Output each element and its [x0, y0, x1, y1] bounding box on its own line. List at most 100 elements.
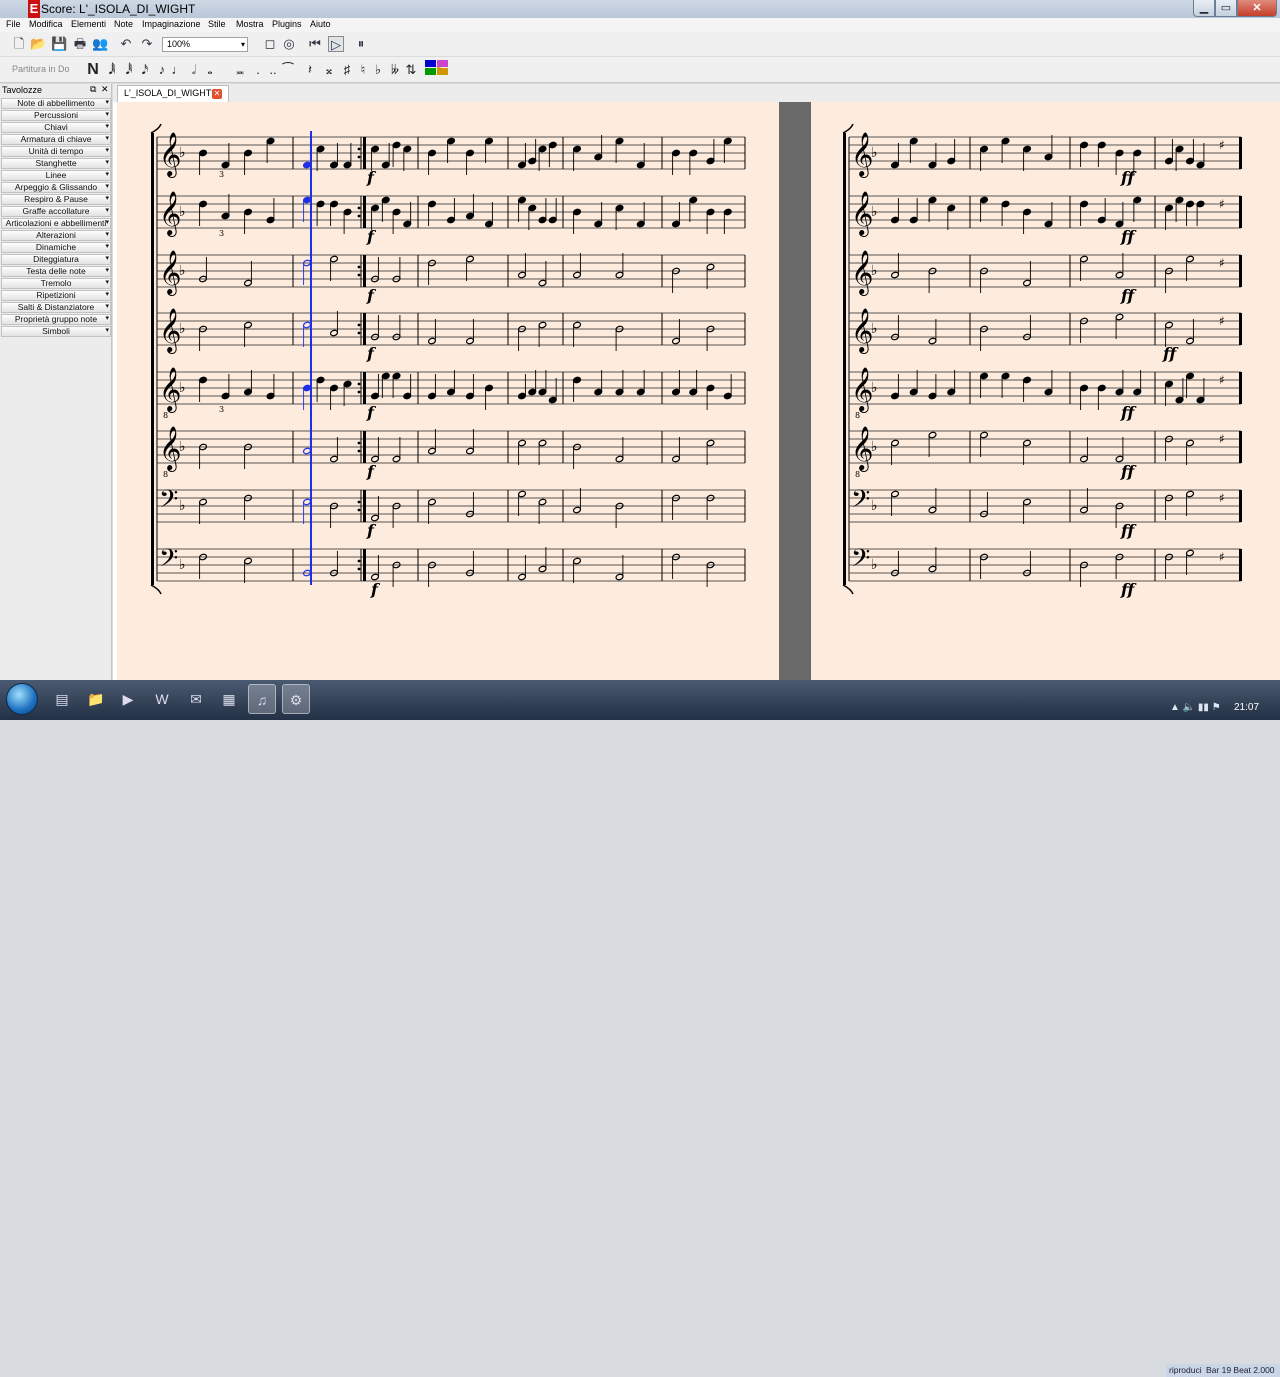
duration-16th-icon[interactable]: 𝅘𝅥𝅯 [138, 62, 152, 78]
palette-item-label: Dinamiche [35, 242, 77, 252]
palette-item[interactable]: Linee ▾ [1, 170, 111, 181]
concert-pitch-button[interactable]: Partitura in Do [12, 64, 70, 74]
minimize-button[interactable]: ▁ [1193, 0, 1215, 17]
duration-half-icon[interactable]: 𝅗𝅥 [187, 62, 201, 78]
palette-item[interactable]: Alterazioni ▾ [1, 230, 111, 241]
menu-plugins[interactable]: Plugins [272, 19, 302, 29]
menu-note[interactable]: Note [114, 19, 133, 29]
dynamic-marking: ff [1120, 462, 1137, 481]
undock-icon[interactable]: ⧉ [90, 84, 96, 95]
duration-quarter-icon[interactable]: ♩ [171, 62, 185, 78]
open-file-icon[interactable]: 📂 [30, 36, 46, 52]
save-icon[interactable]: 💾 [51, 36, 67, 52]
palette-item[interactable]: Diteggiatura ▾ [1, 254, 111, 265]
explorer-window-icon[interactable]: ▤ [48, 684, 76, 714]
palette-item[interactable]: Tremolo ▾ [1, 278, 111, 289]
palette-item[interactable]: Articolazioni e abbellimenti ▾ [1, 218, 111, 229]
rest-icon[interactable]: 𝄽 [303, 62, 317, 78]
system-tray[interactable]: ▲ 🔈 ▮▮ ⚑ [1170, 702, 1221, 713]
duration-32nd-icon[interactable]: 𝅘𝅥𝅱 [122, 62, 136, 78]
voice-3-button[interactable] [437, 68, 448, 75]
status-position: Bar 19 Beat 2.000 [1206, 1365, 1275, 1375]
menu-elementi[interactable]: Elementi [71, 19, 106, 29]
natural-icon[interactable]: ♮ [356, 62, 370, 78]
palette-item[interactable]: Graffe accollature ▾ [1, 206, 111, 217]
midi-input-icon[interactable]: ◻ [262, 36, 278, 52]
rewind-icon[interactable]: ⏮ [307, 36, 323, 52]
palette-item[interactable]: Stanghette ▾ [1, 158, 111, 169]
close-icon[interactable]: ✕ [101, 84, 109, 95]
double-flat-icon[interactable]: 𝄫 [388, 62, 402, 78]
mixer-icon[interactable]: 👥 [92, 36, 108, 52]
redo-icon[interactable]: ↷ [139, 36, 155, 52]
chevron-down-icon: ▾ [105, 243, 109, 250]
menu-stile[interactable]: Stile [208, 19, 226, 29]
bracket-hook [150, 584, 162, 595]
chevron-down-icon: ▾ [105, 291, 109, 298]
score-canvas[interactable]: 𝄞 ♭ 𝄞 ♭ 𝄞 ♭ 𝄞 ♭ 𝄞 8 ♭ 𝄞 8 ♭ 𝄢 ♭ 𝄢 ♭ 3 3 3 f f f f f f f f 𝄞 ♭ ♯ 𝄞 ♭ ♯ 𝄞 ♭ ♯ 𝄞… [113, 102, 1280, 680]
flip-direction-icon[interactable]: ⇅ [404, 62, 418, 78]
palette-item[interactable]: Chiavi ▾ [1, 122, 111, 133]
palette-item[interactable]: Salti & Distanziatore ▾ [1, 302, 111, 313]
pause-icon[interactable]: ⏸ [353, 36, 369, 52]
voice-2-button[interactable] [425, 68, 436, 75]
close-window-button[interactable]: ✕ [1237, 0, 1277, 17]
menu-mostra[interactable]: Mostra [236, 19, 264, 29]
flat-sign-icon: ♭ [179, 321, 186, 337]
calculator-icon[interactable]: ▦ [215, 684, 243, 714]
score-page-2-notation[interactable]: 𝄞♭ ♯𝄞♭ ♯𝄞♭ ♯𝄞♭ ♯𝄞8♭ ♯𝄞8♭ ♯𝄢 ♭ ♯𝄢 ♭ ♯ffffffffffffff… [811, 102, 1280, 680]
palette-item[interactable]: Ripetizioni ▾ [1, 290, 111, 301]
print-icon[interactable]: 🖶 [72, 36, 88, 52]
close-tab-icon[interactable]: ✕ [212, 89, 222, 99]
palette-item[interactable]: Dinamiche ▾ [1, 242, 111, 253]
duration-breve-icon[interactable]: 𝅜 [233, 62, 247, 78]
chevron-down-icon: ▾ [105, 111, 109, 118]
new-file-icon[interactable]: 🗋 [11, 36, 27, 52]
chat-icon[interactable]: ✉ [182, 684, 210, 714]
voice-4-button[interactable] [437, 60, 448, 67]
zoom-select[interactable]: 100% ▾ [162, 37, 248, 52]
metronome-icon[interactable]: ◎ [281, 36, 297, 52]
palette-item[interactable]: Unità di tempo ▾ [1, 146, 111, 157]
palette-item[interactable]: Arpeggio & Glissando ▾ [1, 182, 111, 193]
tab-score[interactable]: L'_ISOLA_DI_WIGHT* ✕ [117, 85, 229, 102]
score-page-2[interactable]: 𝄞 ♭ ♯ 𝄞 ♭ ♯ 𝄞 ♭ ♯ 𝄞 ♭ ♯ 𝄞 8 ♭ ♯ 𝄞 8 ♭ ♯ 𝄢 ♭ ♯ 𝄢 ♭ ♯ ff ff ff ff ff ff ff… [811, 102, 1280, 680]
flat-icon[interactable]: ♭ [371, 62, 385, 78]
play-icon[interactable]: ▷ [328, 36, 344, 52]
menu-modifica[interactable]: Modifica [29, 19, 63, 29]
voice-1-button[interactable] [425, 60, 436, 67]
start-button[interactable] [6, 683, 38, 715]
bracket-hook [842, 584, 854, 595]
double-sharp-icon[interactable]: 𝄪 [322, 62, 336, 78]
score-page-1-notation[interactable]: 𝄞♭𝄞♭𝄞♭𝄞♭𝄞8♭𝄞8♭𝄢 ♭𝄢 ♭333ffffffff [117, 102, 779, 680]
menu-impaginazione[interactable]: Impaginazione [142, 19, 201, 29]
palette-item-label: Unità di tempo [28, 146, 84, 156]
note-input-icon[interactable]: N [86, 62, 100, 78]
duration-eighth-icon[interactable]: ♪ [155, 62, 169, 78]
augmentation-dot-icon[interactable]: . [251, 62, 265, 78]
palette-item[interactable]: Respiro & Pause ▾ [1, 194, 111, 205]
duration-64th-icon[interactable]: 𝅘𝅥𝅲 [105, 62, 119, 78]
duration-whole-icon[interactable]: 𝅝 [203, 62, 217, 78]
palette-item[interactable]: Armatura di chiave ▾ [1, 134, 111, 145]
menu-file[interactable]: File [6, 19, 21, 29]
repeat-dot [357, 441, 361, 445]
sharp-icon[interactable]: ♯ [340, 62, 354, 78]
musescore-task-icon[interactable]: ♫ [248, 684, 276, 714]
folder-icon[interactable]: 📁 [82, 684, 110, 714]
tie-icon[interactable]: ⁀ [281, 62, 295, 78]
palette-item[interactable]: Note di abbellimento ▾ [1, 98, 111, 109]
palette-item-label: Simboli [42, 326, 70, 336]
media-player-icon[interactable]: ▶ [114, 684, 142, 714]
palette-item[interactable]: Proprietà gruppo note ▾ [1, 314, 111, 325]
maximize-button[interactable]: ▭ [1215, 0, 1237, 17]
double-dot-icon[interactable]: .. [266, 62, 280, 78]
palette-item[interactable]: Percussioni ▾ [1, 110, 111, 121]
word-icon[interactable]: W [148, 684, 176, 714]
palette-item[interactable]: Testa delle note ▾ [1, 266, 111, 277]
undo-icon[interactable]: ↶ [118, 36, 134, 52]
score-page-1[interactable]: 𝄞 ♭ 𝄞 ♭ 𝄞 ♭ 𝄞 ♭ 𝄞 8 ♭ 𝄞 8 ♭ 𝄢 ♭ 𝄢 ♭ 3 3 3 f f f f f f f f [117, 102, 779, 680]
installer-icon[interactable]: ⚙ [282, 684, 310, 714]
menu-aiuto[interactable]: Aiuto [310, 19, 331, 29]
palette-item[interactable]: Simboli ▾ [1, 326, 111, 337]
